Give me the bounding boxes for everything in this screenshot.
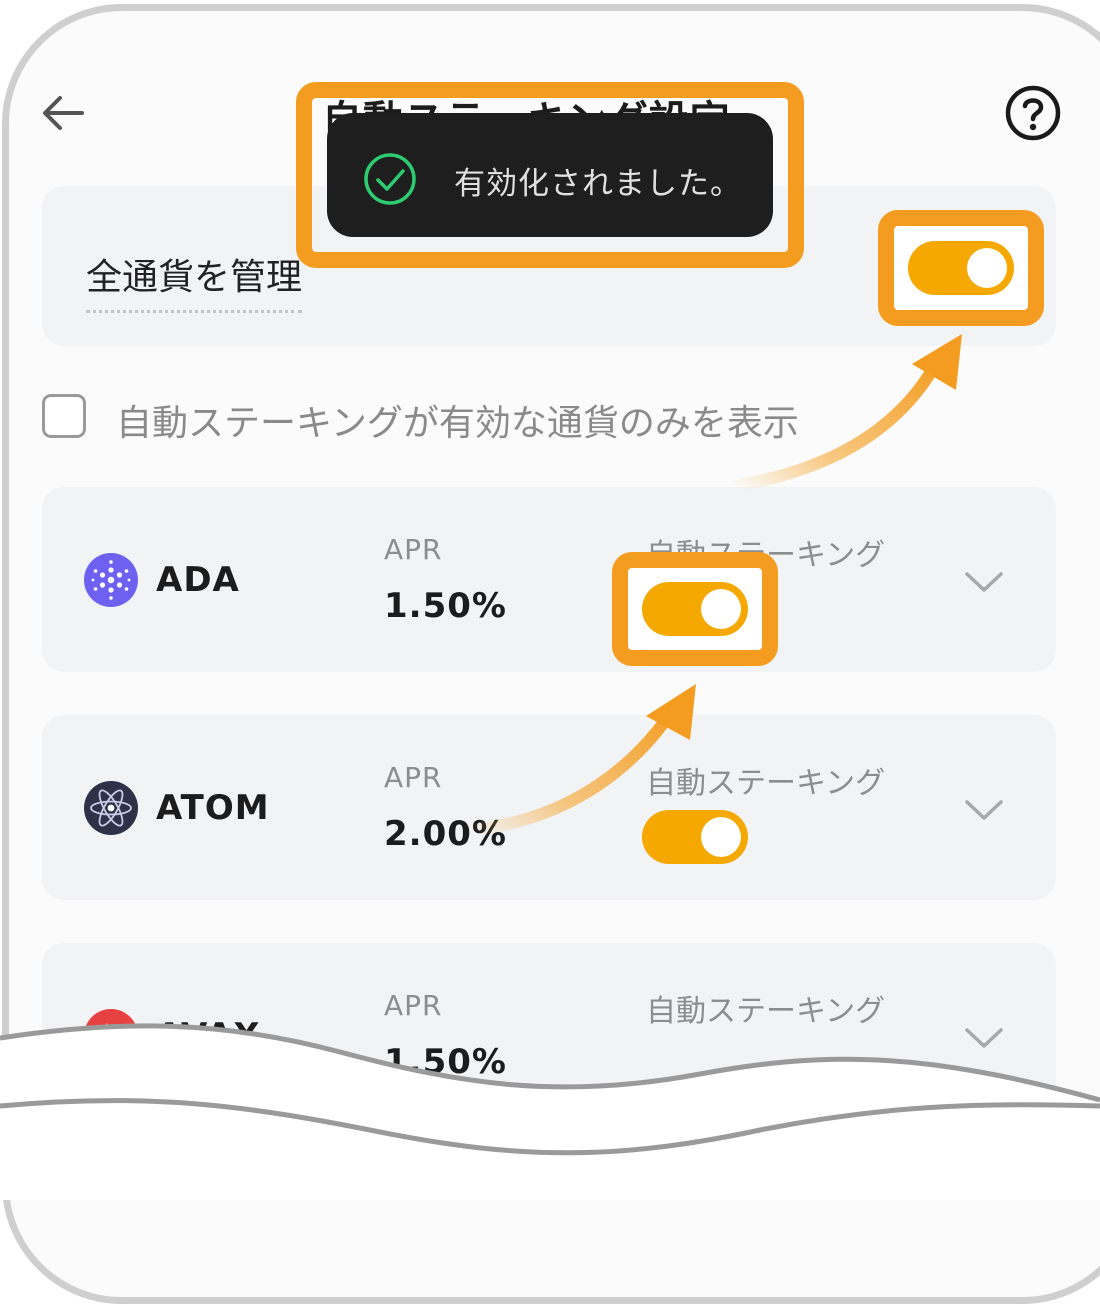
filter-checkbox[interactable]: [42, 394, 86, 438]
chevron-down-icon[interactable]: [964, 570, 1004, 594]
question-circle-icon[interactable]: [1004, 84, 1062, 142]
toast-message: 有効化されました。: [454, 166, 742, 202]
apr-value-atom: 2.00%: [384, 814, 507, 854]
filter-label: 自動ステーキングが有効な通貨のみを表示: [116, 403, 799, 444]
manage-all-label[interactable]: 全通貨を管理: [86, 248, 303, 313]
apr-value-ada: 1.50%: [384, 586, 507, 626]
apr-label-atom: APR: [384, 761, 443, 794]
cardano-icon: [84, 553, 138, 607]
toggle-knob: [701, 817, 741, 857]
auto-staking-toggle-atom[interactable]: [642, 810, 748, 864]
check-circle-icon: [364, 153, 416, 205]
coin-name-atom: ATOM: [156, 788, 270, 828]
chevron-down-icon[interactable]: [964, 798, 1004, 822]
apr-label-ada: APR: [384, 533, 443, 566]
coin-name-ada: ADA: [156, 560, 240, 600]
auto-staking-label-atom: 自動ステーキング: [646, 766, 886, 801]
torn-edge-decoration: [0, 1023, 1100, 1200]
auto-staking-toggle-ada[interactable]: [642, 582, 748, 636]
cosmos-icon: [84, 781, 138, 835]
manage-all-toggle[interactable]: [908, 241, 1014, 295]
toggle-knob: [701, 589, 741, 629]
arrow-left-icon[interactable]: [38, 88, 88, 138]
toggle-knob: [967, 248, 1007, 288]
